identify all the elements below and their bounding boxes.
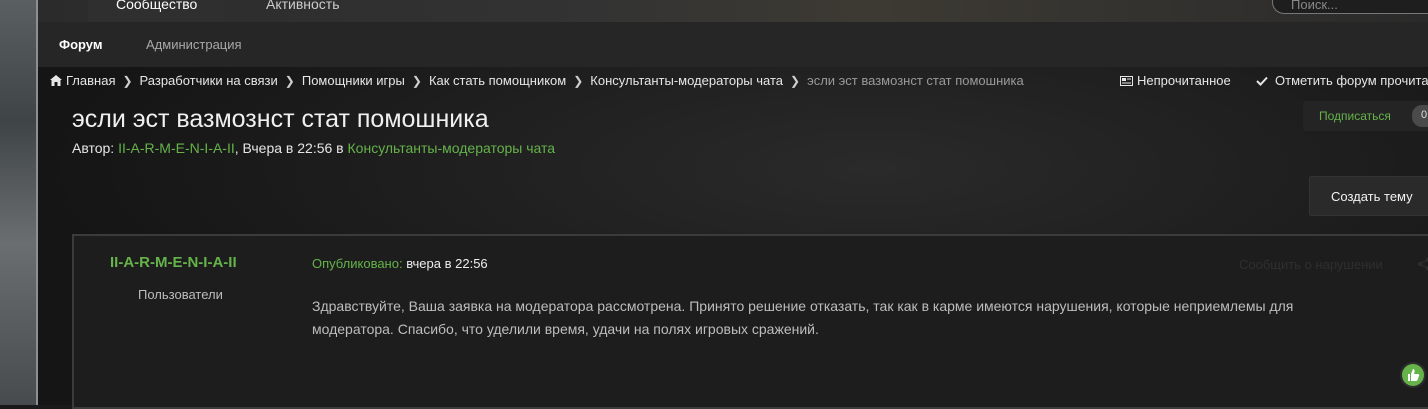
post: II-A-R-M-E-N-I-A-II Пользователи Опублик… <box>72 234 1428 409</box>
breadcrumb-home[interactable]: Главная <box>66 73 115 88</box>
share-icon[interactable] <box>1417 257 1428 271</box>
unread-link[interactable]: Непрочитанное <box>1120 73 1231 88</box>
published-value: вчера в 22:56 <box>402 256 488 271</box>
home-icon <box>50 75 62 86</box>
thread-date: , Вчера в 22:56 <box>234 140 333 156</box>
thread-meta: Автор: II-A-R-M-E-N-I-A-II, Вчера в 22:5… <box>72 140 555 156</box>
content-area: Главная ❯ Разработчики на связи ❯ Помощн… <box>38 67 1428 409</box>
tab-activity[interactable]: Активность <box>266 0 340 22</box>
breadcrumb: Главная ❯ Разработчики на связи ❯ Помощн… <box>50 73 1024 88</box>
chevron-right-icon: ❯ <box>573 73 584 88</box>
thumbs-up-icon <box>1408 369 1420 381</box>
subscribe-button[interactable]: Подписаться <box>1303 101 1428 131</box>
like-button[interactable] <box>1402 364 1424 386</box>
breadcrumb-how-to-become[interactable]: Как стать помощником <box>429 73 566 88</box>
breadcrumb-current: эсли эст вазмознст стат помошника <box>807 73 1024 88</box>
create-topic-label: Создать тему <box>1331 189 1413 204</box>
search-input[interactable]: Поиск... <box>1272 0 1428 14</box>
sub-nav: Форум Администрация <box>38 22 1428 68</box>
forum-link[interactable]: Консультанты-модераторы чата <box>348 140 556 156</box>
check-icon <box>1256 76 1268 86</box>
page-title: эсли эст вазмознст стат помошника <box>72 105 489 133</box>
published-label: Опубликовано: <box>312 256 403 271</box>
breadcrumb-chat-moderators[interactable]: Консультанты-модераторы чата <box>590 73 783 88</box>
author-link[interactable]: II-A-R-M-E-N-I-A-II <box>118 140 235 156</box>
chevron-right-icon: ❯ <box>411 73 422 88</box>
breadcrumb-developers[interactable]: Разработчики на связи <box>140 73 278 88</box>
post-author-role: Пользователи <box>138 287 223 302</box>
chevron-right-icon: ❯ <box>122 73 133 88</box>
top-nav: Сообщество Активность <box>38 0 1428 22</box>
chevron-right-icon: ❯ <box>284 73 295 88</box>
create-topic-button[interactable]: Создать тему <box>1309 176 1428 216</box>
post-body: Здравствуйте, Ваша заявка на модератора … <box>312 295 1422 341</box>
background-strip <box>0 0 38 405</box>
post-body-line-1: Здравствуйте, Ваша заявка на модератора … <box>312 298 1294 314</box>
subscribe-label: Подписаться <box>1319 109 1391 123</box>
subtab-administration[interactable]: Администрация <box>146 37 242 52</box>
chevron-right-icon: ❯ <box>790 73 801 88</box>
subscribe-count-badge: 0 <box>1412 105 1428 127</box>
author-label: Автор: <box>72 140 115 156</box>
unread-label: Непрочитанное <box>1137 73 1231 88</box>
post-author-link[interactable]: II-A-R-M-E-N-I-A-II <box>110 254 237 271</box>
breadcrumb-game-helpers[interactable]: Помощники игры <box>302 73 405 88</box>
subtab-forum[interactable]: Форум <box>59 37 102 52</box>
post-body-line-2: модератора. Спасибо, что уделили время, … <box>312 321 819 337</box>
in-label: в <box>332 140 348 156</box>
newspaper-icon <box>1120 75 1133 86</box>
post-date: Опубликовано: вчера в 22:56 <box>312 256 488 271</box>
mark-read-label: Отметить форум прочита <box>1275 73 1428 88</box>
mark-forum-read-link[interactable]: Отметить форум прочита <box>1256 73 1428 88</box>
report-link[interactable]: Сообщить о нарушении <box>1239 257 1383 272</box>
tab-community[interactable]: Сообщество <box>88 0 226 22</box>
